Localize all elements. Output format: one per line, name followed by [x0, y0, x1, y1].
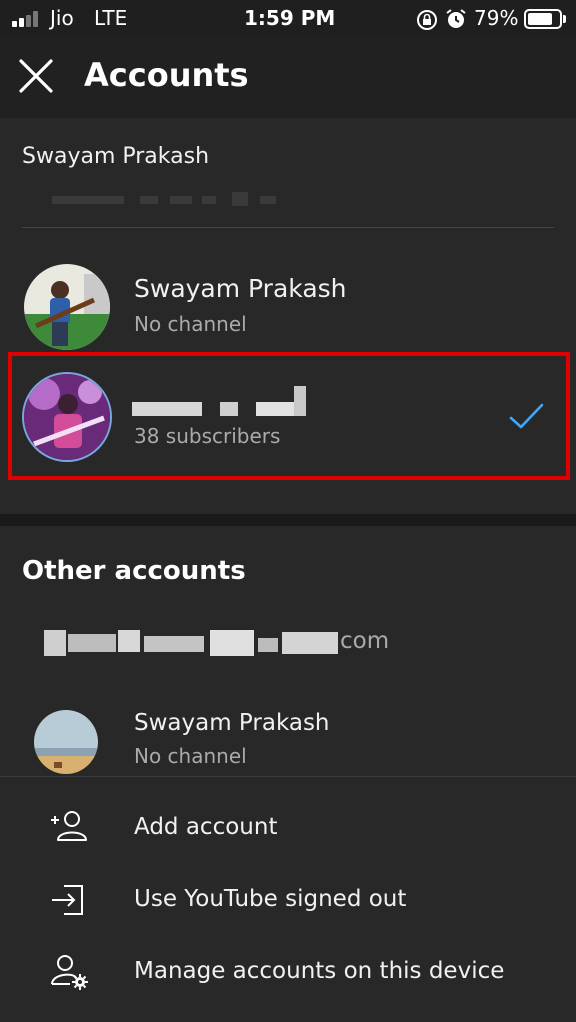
account-name: Swayam Prakash [134, 710, 330, 736]
menu-label: Manage accounts on this device [134, 958, 505, 984]
network-label: LTE [94, 6, 128, 30]
section-separator [0, 514, 576, 526]
close-button[interactable] [14, 52, 58, 96]
divider [0, 776, 576, 777]
signed-out-button[interactable]: Use YouTube signed out [0, 868, 576, 930]
other-account-item[interactable]: Swayam Prakash No channel [0, 696, 576, 776]
sign-out-icon [52, 885, 83, 915]
channel-name: Swayam Prakash [134, 274, 347, 303]
avatar [24, 264, 110, 350]
signal-icon [12, 11, 44, 27]
orientation-lock-icon [417, 10, 437, 30]
alarm-icon [446, 9, 466, 28]
account-subtitle: No channel [134, 744, 247, 768]
other-accounts-title: Other accounts [22, 556, 246, 586]
carrier-label: Jio [50, 6, 74, 30]
redacted-email [44, 630, 340, 656]
close-icon [19, 59, 53, 93]
page-title: Accounts [84, 56, 249, 94]
google-account-name: Swayam Prakash [22, 144, 210, 169]
redacted-email [52, 192, 288, 206]
email-suffix: com [340, 628, 390, 654]
divider [22, 227, 554, 228]
manage-accounts-icon [51, 955, 88, 990]
add-account-button[interactable]: Add account [0, 796, 576, 858]
channel-item[interactable]: Swayam Prakash No channel [0, 244, 576, 350]
battery-icon [524, 9, 562, 29]
channel-subtitle: No channel [134, 312, 247, 336]
battery-tip [563, 15, 566, 23]
add-person-icon [51, 811, 87, 841]
battery-percent: 79% [474, 6, 519, 30]
clock: 1:59 PM [244, 6, 336, 30]
manage-accounts-button[interactable]: Manage accounts on this device [0, 940, 576, 1002]
menu-label: Use YouTube signed out [134, 886, 407, 912]
status-bar: Jio LTE 1:59 PM 79% [0, 0, 576, 38]
avatar [34, 710, 98, 774]
selection-highlight-box [8, 352, 570, 480]
menu-label: Add account [134, 814, 278, 840]
